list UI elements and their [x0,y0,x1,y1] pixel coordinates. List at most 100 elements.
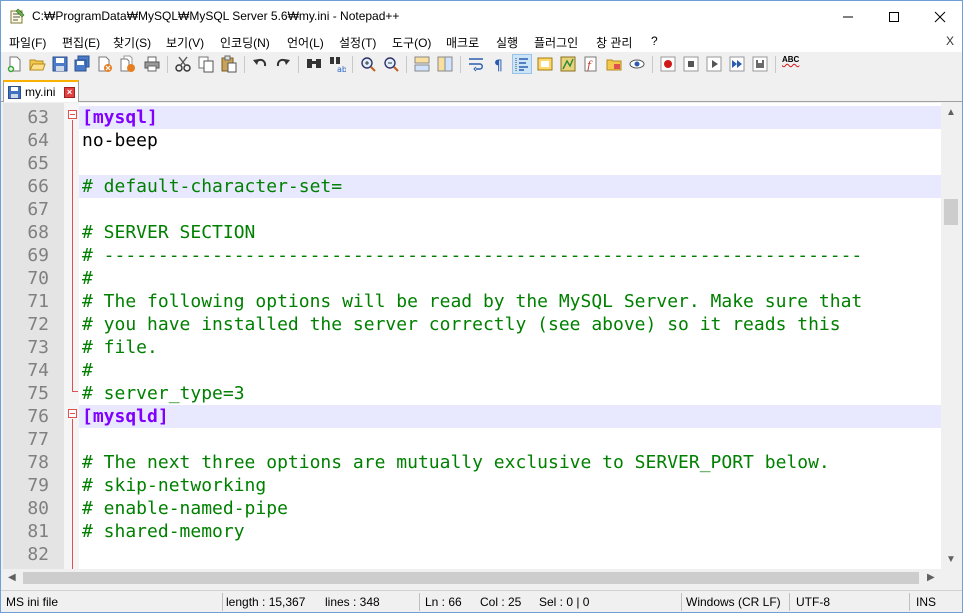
scroll-left-arrow-icon[interactable]: ◀ [8,572,16,583]
code-line[interactable]: 72 # you have installed the server correc… [3,313,941,336]
menu-settings[interactable]: 설정(T) [339,34,376,51]
menu-help[interactable]: ? [651,34,658,48]
vertical-scrollbar[interactable]: ▲ ▼ [941,103,961,570]
code-line[interactable]: 67 [3,198,941,221]
udl-icon[interactable] [536,55,554,73]
menu-encoding[interactable]: 인코딩(N) [220,34,270,51]
fold-guide-line [72,419,73,570]
menu-macro[interactable]: 매크로 [446,34,479,51]
notepad-window: C:₩ProgramData₩MySQL₩MySQL Server 5.6₩my… [0,0,963,613]
menu-bar: 파일(F) 편집(E) 찾기(S) 보기(V) 인코딩(N) 언어(L) 설정(… [1,32,962,52]
save-icon[interactable] [51,55,69,73]
monitoring-icon[interactable] [628,55,646,73]
line-number: 70 [27,268,49,289]
code-line[interactable]: 80 # enable-named-pipe [3,497,941,520]
redo-icon[interactable] [274,55,292,73]
fold-toggle-mysqld[interactable] [68,409,77,418]
menu-search[interactable]: 찾기(S) [113,34,151,51]
open-file-icon[interactable] [28,55,46,73]
code-line[interactable]: 78 # The next three options are mutually … [3,451,941,474]
menu-view[interactable]: 보기(V) [166,34,204,51]
replace-icon[interactable]: ab [328,55,346,73]
status-encoding[interactable]: UTF-8 [796,595,830,609]
status-separator [681,593,682,611]
zoom-in-icon[interactable] [359,55,377,73]
tab-my-ini[interactable]: my.ini × [3,80,79,102]
menu-window[interactable]: 창 관리 [596,34,632,51]
close-all-icon[interactable] [119,55,137,73]
horizontal-scroll-thumb[interactable] [23,572,919,584]
close-window-button[interactable] [917,1,963,32]
horizontal-scrollbar[interactable]: ◀ ▶ [3,569,941,587]
status-insert-mode[interactable]: INS [916,595,936,609]
menu-edit[interactable]: 편집(E) [62,34,100,51]
stop-record-icon[interactable] [682,55,700,73]
status-selection: Sel : 0 | 0 [539,595,590,609]
status-lines: lines : 348 [325,595,380,609]
code-line[interactable]: 79 # skip-networking [3,474,941,497]
scroll-right-arrow-icon[interactable]: ▶ [927,572,935,583]
vertical-scroll-thumb[interactable] [944,199,958,225]
menu-plugins[interactable]: 플러그인 [534,34,578,51]
menu-run[interactable]: 실행 [496,34,518,51]
code-line[interactable]: 76 [mysqld] [3,405,941,428]
play-macro-icon[interactable] [705,55,723,73]
save-macro-icon[interactable] [751,55,769,73]
save-all-icon[interactable] [73,55,91,73]
editor-area[interactable]: 63 [mysql] 64 no-beep 65 66 # default-characte… [3,103,961,570]
code-line[interactable]: 64 no-beep [3,129,941,152]
menu-tools[interactable]: 도구(O) [392,34,431,51]
code-line[interactable]: 77 [3,428,941,451]
sync-vertical-icon[interactable] [413,55,431,73]
sync-horizontal-icon[interactable] [436,55,454,73]
close-file-icon[interactable] [96,55,114,73]
copy-icon[interactable] [197,55,215,73]
maximize-button[interactable] [871,1,917,32]
svg-text:¶: ¶ [494,58,503,73]
code-line[interactable]: 71 # The following options will be read b… [3,290,941,313]
undo-icon[interactable] [251,55,269,73]
line-number: 77 [27,429,49,450]
code-line[interactable]: 65 [3,152,941,175]
cut-icon[interactable] [174,55,192,73]
toolbar-separator [352,56,353,73]
folder-workspace-icon[interactable] [605,55,623,73]
doc-map-icon[interactable] [559,55,577,73]
code-line[interactable]: 63 [mysql] [3,106,941,129]
word-wrap-icon[interactable] [467,55,485,73]
spell-check-icon[interactable]: ABC [782,55,804,73]
code-line[interactable]: 70 # [3,267,941,290]
code-line[interactable]: 82 [3,543,941,566]
code-line[interactable]: 68 # SERVER SECTION [3,221,941,244]
menu-file[interactable]: 파일(F) [9,34,46,51]
scroll-down-arrow-icon[interactable]: ▼ [946,554,956,565]
code-line[interactable]: 69 # ------------------------------------… [3,244,941,267]
zoom-out-icon[interactable] [382,55,400,73]
fold-toggle-mysql[interactable] [68,110,77,119]
tab-close-button[interactable]: × [64,87,75,98]
indent-guide-icon[interactable] [512,54,532,74]
status-column: Col : 25 [480,595,522,609]
code-line[interactable]: 75 # server_type=3 [3,382,941,405]
close-document-button[interactable]: X [946,34,954,48]
code-line[interactable]: 73 # file. [3,336,941,359]
code-line[interactable]: 81 # shared-memory [3,520,941,543]
find-icon[interactable] [305,55,323,73]
line-text: # you have installed the server correctl… [82,314,841,335]
title-bar[interactable]: C:₩ProgramData₩MySQL₩MySQL Server 5.6₩my… [1,1,962,32]
menu-language[interactable]: 언어(L) [287,34,324,51]
run-macro-multiple-icon[interactable] [728,55,746,73]
show-all-chars-icon[interactable]: ¶ [490,55,508,73]
scroll-up-arrow-icon[interactable]: ▲ [946,107,956,118]
print-icon[interactable] [143,55,161,73]
toolbar-separator [652,56,653,73]
status-eol[interactable]: Windows (CR LF) [686,595,781,609]
new-file-icon[interactable] [6,55,24,73]
minimize-button[interactable] [825,1,871,32]
status-file-type: MS ini file [6,595,59,609]
code-line[interactable]: 66 # default-character-set= [3,175,941,198]
code-line[interactable]: 74 # [3,359,941,382]
function-list-icon[interactable]: f [582,55,600,73]
record-macro-icon[interactable] [659,55,677,73]
paste-icon[interactable] [220,55,238,73]
